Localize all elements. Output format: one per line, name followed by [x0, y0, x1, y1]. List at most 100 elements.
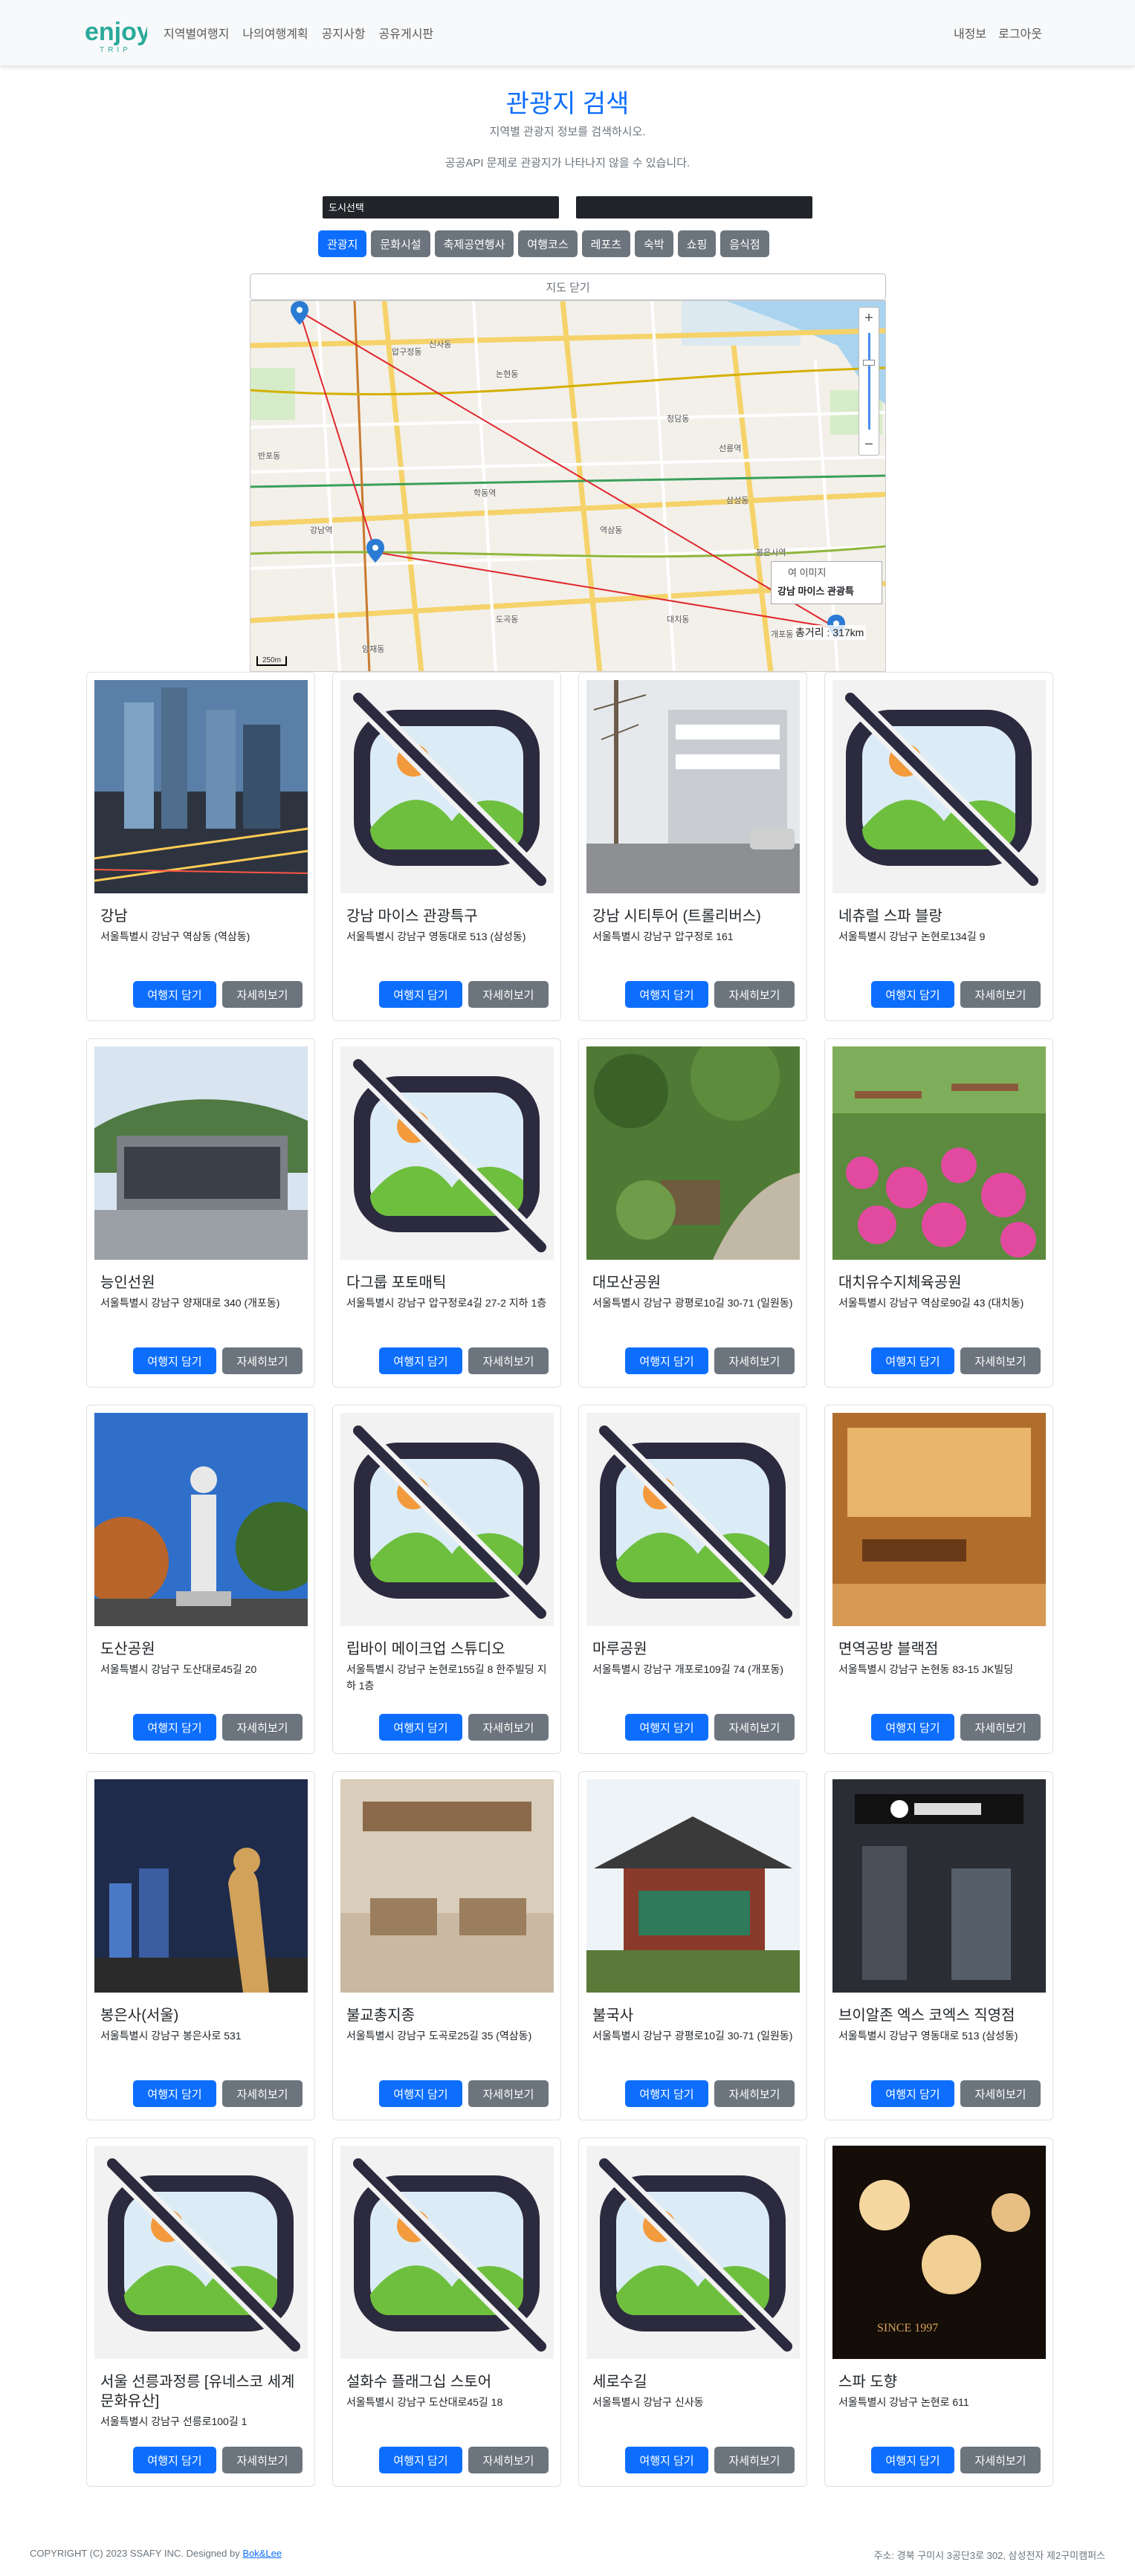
- category-festival[interactable]: 축제공연행사: [434, 230, 514, 257]
- add-to-trip-button[interactable]: 여행지 담기: [379, 2447, 462, 2473]
- view-detail-button[interactable]: 자세히보기: [960, 981, 1041, 1008]
- attraction-card: 립바이 메이크업 스튜디오 서울특별시 강남구 논현로155길 8 한주빌딩 지…: [332, 1405, 561, 1754]
- view-detail-button[interactable]: 자세히보기: [468, 2447, 549, 2473]
- nav-link-my-info[interactable]: 내정보: [954, 24, 986, 42]
- view-detail-button[interactable]: 자세히보기: [222, 1714, 303, 1741]
- attraction-name: 불교총지종: [346, 2007, 415, 2024]
- add-to-trip-button[interactable]: 여행지 담기: [379, 981, 462, 1008]
- district-select[interactable]: [576, 196, 812, 219]
- city-select[interactable]: 도시선택: [323, 196, 559, 219]
- category-culture[interactable]: 문화시설: [371, 230, 430, 257]
- nav-right-menu: 내정보 로그아웃: [954, 0, 1042, 65]
- view-detail-button[interactable]: 자세히보기: [222, 2080, 303, 2107]
- add-to-trip-button[interactable]: 여행지 담기: [871, 1714, 954, 1741]
- attraction-photo: [340, 680, 554, 893]
- add-to-trip-button[interactable]: 여행지 담기: [871, 2447, 954, 2473]
- attraction-photo: [94, 1413, 308, 1626]
- view-detail-button[interactable]: 자세히보기: [222, 2447, 303, 2473]
- attraction-card: 설화수 플래그십 스토어 서울특별시 강남구 도산대로45길 18 여행지 담기…: [332, 2138, 561, 2487]
- add-to-trip-button[interactable]: 여행지 담기: [379, 1714, 462, 1741]
- attraction-address: 서울특별시 강남구 신사동: [592, 2396, 704, 2408]
- nav-link-my-plan[interactable]: 나의여행계획: [242, 24, 308, 42]
- view-detail-button[interactable]: 자세히보기: [714, 2080, 795, 2107]
- category-course[interactable]: 여행코스: [518, 230, 578, 257]
- attraction-photo: [586, 680, 800, 893]
- category-tourist-spot[interactable]: 관광지: [318, 230, 367, 257]
- add-to-trip-button[interactable]: 여행지 담기: [379, 1347, 462, 1374]
- zoom-slider-handle[interactable]: [863, 360, 875, 366]
- popup-image-alt: 여 이미지: [788, 567, 827, 578]
- category-lodging[interactable]: 숙박: [635, 230, 673, 257]
- attraction-card: 강남 시티투어 (트롤리버스) 서울특별시 강남구 압구정로 161 여행지 담…: [578, 672, 807, 1021]
- map-zoom-control[interactable]: + −: [858, 307, 879, 456]
- attraction-photo: [586, 1413, 800, 1626]
- add-to-trip-button[interactable]: 여행지 담기: [133, 2447, 216, 2473]
- add-to-trip-button[interactable]: 여행지 담기: [625, 981, 708, 1008]
- attraction-name: 면역공방 블랙점: [838, 1641, 939, 1657]
- view-detail-button[interactable]: 자세히보기: [960, 2080, 1041, 2107]
- view-detail-button[interactable]: 자세히보기: [714, 1347, 795, 1374]
- attraction-address: 서울특별시 강남구 영동대로 513 (삼성동): [346, 931, 526, 942]
- designer-link[interactable]: Bok&Lee: [242, 2548, 282, 2559]
- nav-link-regional-trips[interactable]: 지역별여행지: [164, 24, 229, 42]
- category-restaurant[interactable]: 음식점: [720, 230, 769, 257]
- view-detail-button[interactable]: 자세히보기: [960, 1347, 1041, 1374]
- view-detail-button[interactable]: 자세히보기: [714, 981, 795, 1008]
- add-to-trip-button[interactable]: 여행지 담기: [625, 1347, 708, 1374]
- map-view[interactable]: 반포동 압구정동 신사동 논현동 청담동 역삼동 삼성동 대치동 도곡동 개포동 양재동 선릉역 강남역…: [250, 300, 886, 672]
- enjoytrip-logo[interactable]: enjoy TRIP: [83, 12, 151, 54]
- attraction-photo: [340, 2146, 554, 2359]
- map-label: 역삼동: [600, 526, 623, 535]
- nav-link-logout[interactable]: 로그아웃: [998, 24, 1042, 42]
- add-to-trip-button[interactable]: 여행지 담기: [871, 981, 954, 1008]
- add-to-trip-button[interactable]: 여행지 담기: [871, 2080, 954, 2107]
- view-detail-button[interactable]: 자세히보기: [468, 1347, 549, 1374]
- attraction-image: [340, 680, 554, 893]
- nav-link-board[interactable]: 공유게시판: [379, 24, 434, 42]
- category-shopping[interactable]: 쇼핑: [677, 230, 717, 257]
- category-leisure[interactable]: 레포츠: [581, 230, 631, 257]
- map-label: 신사동: [429, 340, 452, 349]
- add-to-trip-button[interactable]: 여행지 담기: [379, 2080, 462, 2107]
- map-label: 학동역: [473, 489, 497, 498]
- nav-link-notice[interactable]: 공지사항: [322, 24, 366, 42]
- attraction-address: 서울특별시 강남구 봉은사로 531: [100, 2030, 242, 2042]
- attraction-photo: [832, 680, 1046, 893]
- add-to-trip-button[interactable]: 여행지 담기: [625, 2447, 708, 2473]
- attraction-photo: [94, 1046, 308, 1260]
- map-label: 개포동: [771, 630, 794, 639]
- view-detail-button[interactable]: 자세히보기: [960, 1714, 1041, 1741]
- add-to-trip-button[interactable]: 여행지 담기: [133, 1347, 216, 1374]
- attraction-address: 서울특별시 강남구 영동대로 513 (삼성동): [838, 2030, 1018, 2042]
- attraction-card: 봉은사(서울) 서울특별시 강남구 봉은사로 531 여행지 담기 자세히보기: [86, 1771, 315, 2120]
- attraction-image: [94, 680, 308, 893]
- map-info-popup: 여 이미지 강남 마이스 관광특: [771, 561, 882, 604]
- attraction-name: 강남: [100, 908, 128, 925]
- add-to-trip-button[interactable]: 여행지 담기: [133, 1714, 216, 1741]
- attraction-photo: [94, 1779, 308, 1993]
- attraction-photo: [832, 1779, 1046, 1993]
- map-scale-bar: 250m: [256, 656, 288, 666]
- attraction-card: SINCE 1997 스파 도향 서울특별시 강남구 논현로 611 여행지 담…: [824, 2138, 1053, 2487]
- view-detail-button[interactable]: 자세히보기: [468, 981, 549, 1008]
- view-detail-button[interactable]: 자세히보기: [468, 2080, 549, 2107]
- add-to-trip-button[interactable]: 여행지 담기: [625, 2080, 708, 2107]
- add-to-trip-button[interactable]: 여행지 담기: [133, 2080, 216, 2107]
- add-to-trip-button[interactable]: 여행지 담기: [871, 1347, 954, 1374]
- map-canvas: [250, 301, 885, 671]
- add-to-trip-button[interactable]: 여행지 담기: [133, 981, 216, 1008]
- view-detail-button[interactable]: 자세히보기: [714, 1714, 795, 1741]
- view-detail-button[interactable]: 자세히보기: [714, 2447, 795, 2473]
- attraction-photo: [832, 1413, 1046, 1626]
- view-detail-button[interactable]: 자세히보기: [222, 1347, 303, 1374]
- attraction-image: [586, 1779, 800, 1993]
- navbar: enjoy TRIP 지역별여행지 나의여행계획 공지사항 공유게시판 내정보 …: [0, 0, 1135, 65]
- map-close-button[interactable]: 지도 닫기: [250, 274, 886, 300]
- view-detail-button[interactable]: 자세히보기: [960, 2447, 1041, 2473]
- attraction-name: 브이알존 엑스 코엑스 직영점: [838, 2007, 1015, 2024]
- view-detail-button[interactable]: 자세히보기: [468, 1714, 549, 1741]
- zoom-in-icon[interactable]: +: [859, 308, 879, 329]
- view-detail-button[interactable]: 자세히보기: [222, 981, 303, 1008]
- add-to-trip-button[interactable]: 여행지 담기: [625, 1714, 708, 1741]
- zoom-out-icon[interactable]: −: [859, 434, 879, 455]
